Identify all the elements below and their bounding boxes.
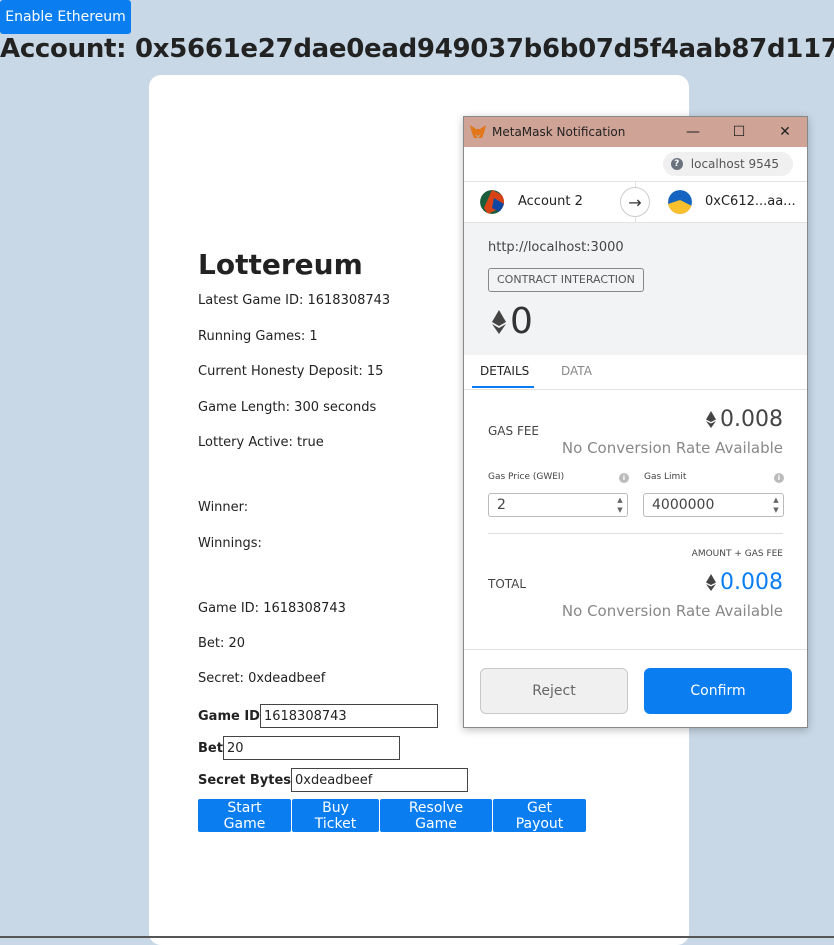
- total-label: TOTAL: [488, 577, 527, 591]
- active-tab-indicator: [472, 386, 534, 388]
- lottery-active: Lottery Active: true: [198, 435, 324, 450]
- network-bar: ? localhost 9545: [464, 147, 807, 182]
- transaction-amount: 0: [492, 301, 533, 342]
- to-address: 0xC612...aa...: [705, 194, 796, 209]
- from-account-avatar: [480, 190, 504, 214]
- total-amount: 0.008: [720, 570, 783, 595]
- gas-price-value: 2: [497, 497, 506, 513]
- gas-price-label: Gas Price (GWEI): [488, 472, 565, 482]
- winner: Winner:: [198, 500, 249, 515]
- running-games: Running Games: 1: [198, 329, 318, 344]
- gas-limit-input[interactable]: 4000000 ▲ ▼: [643, 493, 784, 517]
- from-account-name: Account 2: [518, 194, 583, 209]
- buy-ticket-button[interactable]: Buy Ticket: [292, 799, 379, 832]
- confirm-button[interactable]: Confirm: [644, 668, 792, 714]
- gas-fee-value: 0.008: [706, 407, 783, 432]
- contract-interaction-badge: CONTRACT INTERACTION: [488, 268, 644, 292]
- game-id-input[interactable]: [259, 704, 438, 728]
- get-payout-button[interactable]: Get Payout: [493, 799, 586, 832]
- close-icon[interactable]: ✕: [762, 117, 807, 147]
- total-conversion: No Conversion Rate Available: [561, 602, 783, 620]
- amount-value: 0: [510, 301, 533, 342]
- transaction-summary: http://localhost:3000 CONTRACT INTERACTI…: [464, 223, 807, 355]
- bet-row: Bet: [198, 736, 400, 760]
- account-transfer-row: Account 2 → 0xC612...aa...: [464, 182, 807, 223]
- to-account-avatar: [668, 190, 692, 214]
- details-tabs: DETAILS DATA: [464, 355, 807, 390]
- secret-bytes-input[interactable]: [291, 768, 469, 792]
- network-selector[interactable]: ? localhost 9545: [662, 152, 793, 176]
- gas-price-input[interactable]: 2 ▲ ▼: [488, 493, 628, 517]
- metamask-fox-icon: [470, 125, 486, 138]
- bet-display: Bet: 20: [198, 636, 246, 651]
- info-icon[interactable]: i: [774, 473, 784, 483]
- start-game-button[interactable]: Start Game: [198, 799, 291, 832]
- secret-row: Secret Bytes: [198, 768, 469, 792]
- gas-limit-value: 4000000: [652, 497, 715, 513]
- tab-data[interactable]: DATA: [561, 364, 592, 378]
- minimize-icon[interactable]: —: [670, 117, 716, 147]
- total-value: 0.008: [706, 570, 783, 595]
- stepper-arrows-icon[interactable]: ▲ ▼: [615, 495, 625, 515]
- page-title: Lottereum: [198, 248, 363, 281]
- game-length: Game Length: 300 seconds: [198, 400, 377, 415]
- amount-gas-fee-label: AMOUNT + GAS FEE: [691, 549, 783, 559]
- stepper-arrows-icon[interactable]: ▲ ▼: [771, 495, 781, 515]
- winnings: Winnings:: [198, 536, 262, 551]
- gas-fee-conversion: No Conversion Rate Available: [561, 439, 783, 457]
- gas-fee-label: GAS FEE: [488, 424, 540, 438]
- game-id-display: Game ID: 1618308743: [198, 601, 346, 616]
- game-id-row: Game ID: [198, 704, 438, 728]
- enable-ethereum-button[interactable]: Enable Ethereum: [0, 0, 131, 34]
- tab-details[interactable]: DETAILS: [480, 364, 529, 378]
- honesty-deposit: Current Honesty Deposit: 15: [198, 364, 384, 379]
- secret-display: Secret: 0xdeadbeef: [198, 671, 326, 686]
- maximize-icon[interactable]: ☐: [716, 117, 762, 147]
- ethereum-icon: [706, 574, 717, 591]
- gas-fee-amount: 0.008: [720, 407, 783, 432]
- network-name: localhost 9545: [690, 157, 779, 171]
- origin-url: http://localhost:3000: [488, 240, 624, 255]
- resolve-game-button[interactable]: Resolve Game: [380, 799, 492, 832]
- latest-game-id: Latest Game ID: 1618308743: [198, 293, 391, 308]
- divider: [488, 533, 783, 534]
- metamask-title: MetaMask Notification: [492, 125, 626, 139]
- game-id-label: Game ID: [198, 708, 260, 724]
- metamask-notification-window: MetaMask Notification — ☐ ✕ ? localhost …: [463, 116, 808, 728]
- ethereum-icon: [492, 309, 506, 334]
- arrow-right-icon: →: [620, 187, 650, 217]
- info-icon[interactable]: i: [619, 473, 629, 483]
- action-buttons: Start Game Buy Ticket Resolve Game Get P…: [198, 799, 587, 832]
- reject-button[interactable]: Reject: [480, 668, 628, 714]
- dialog-footer: Reject Confirm: [464, 649, 807, 727]
- metamask-titlebar: MetaMask Notification — ☐ ✕: [464, 117, 807, 147]
- question-icon: ?: [670, 158, 683, 170]
- ethereum-icon: [706, 411, 717, 428]
- account-address: Account: 0x5661e27dae0ead949037b6b07d5f4…: [0, 34, 834, 64]
- gas-limit-label: Gas Limit: [644, 472, 687, 482]
- bet-input[interactable]: [222, 736, 400, 760]
- bet-label: Bet: [198, 740, 223, 756]
- secret-bytes-label: Secret Bytes: [198, 772, 292, 788]
